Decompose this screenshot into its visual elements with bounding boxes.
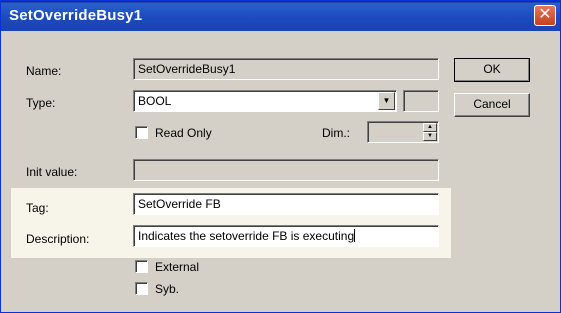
description-field[interactable]: Indicates the setoverride FB is executin… (133, 225, 439, 247)
close-icon[interactable]: ✕ (534, 5, 556, 26)
read-only-label: Read Only (155, 126, 212, 140)
dim-label: Dim.: (322, 126, 350, 140)
cancel-button[interactable]: Cancel (454, 93, 530, 117)
init-value-field[interactable] (133, 159, 439, 181)
type-extra-box (403, 90, 439, 112)
description-label: Description: (26, 232, 90, 246)
spin-up-icon[interactable]: ▲ (423, 123, 437, 132)
syb-label: Syb. (155, 282, 180, 296)
tag-field[interactable]: SetOverride FB (133, 193, 439, 215)
title-bar[interactable]: SetOverrideBusy1 ✕ (1, 1, 560, 31)
external-checkbox[interactable] (135, 260, 148, 273)
ok-button[interactable]: OK (454, 58, 530, 82)
name-field[interactable]: SetOverrideBusy1 (133, 58, 439, 80)
spin-down-icon[interactable]: ▼ (423, 132, 437, 141)
chevron-down-icon[interactable]: ▼ (378, 92, 395, 110)
dim-spinner[interactable]: ▲ ▼ (367, 121, 439, 143)
text-caret (354, 229, 356, 242)
description-value: Indicates the setoverride FB is executin… (138, 229, 355, 243)
name-label: Name: (26, 64, 62, 78)
tag-label: Tag: (26, 201, 49, 215)
init-value-label: Init value: (26, 165, 78, 179)
dialog-title: SetOverrideBusy1 (9, 7, 143, 24)
type-select[interactable]: BOOL ▼ (133, 90, 397, 112)
type-label: Type: (26, 96, 56, 110)
read-only-checkbox[interactable] (135, 126, 148, 139)
external-label: External (155, 260, 200, 274)
type-select-value: BOOL (138, 94, 172, 108)
syb-checkbox[interactable] (135, 282, 148, 295)
dialog-window: SetOverrideBusy1 ✕ Name: SetOverrideBusy… (0, 0, 561, 313)
